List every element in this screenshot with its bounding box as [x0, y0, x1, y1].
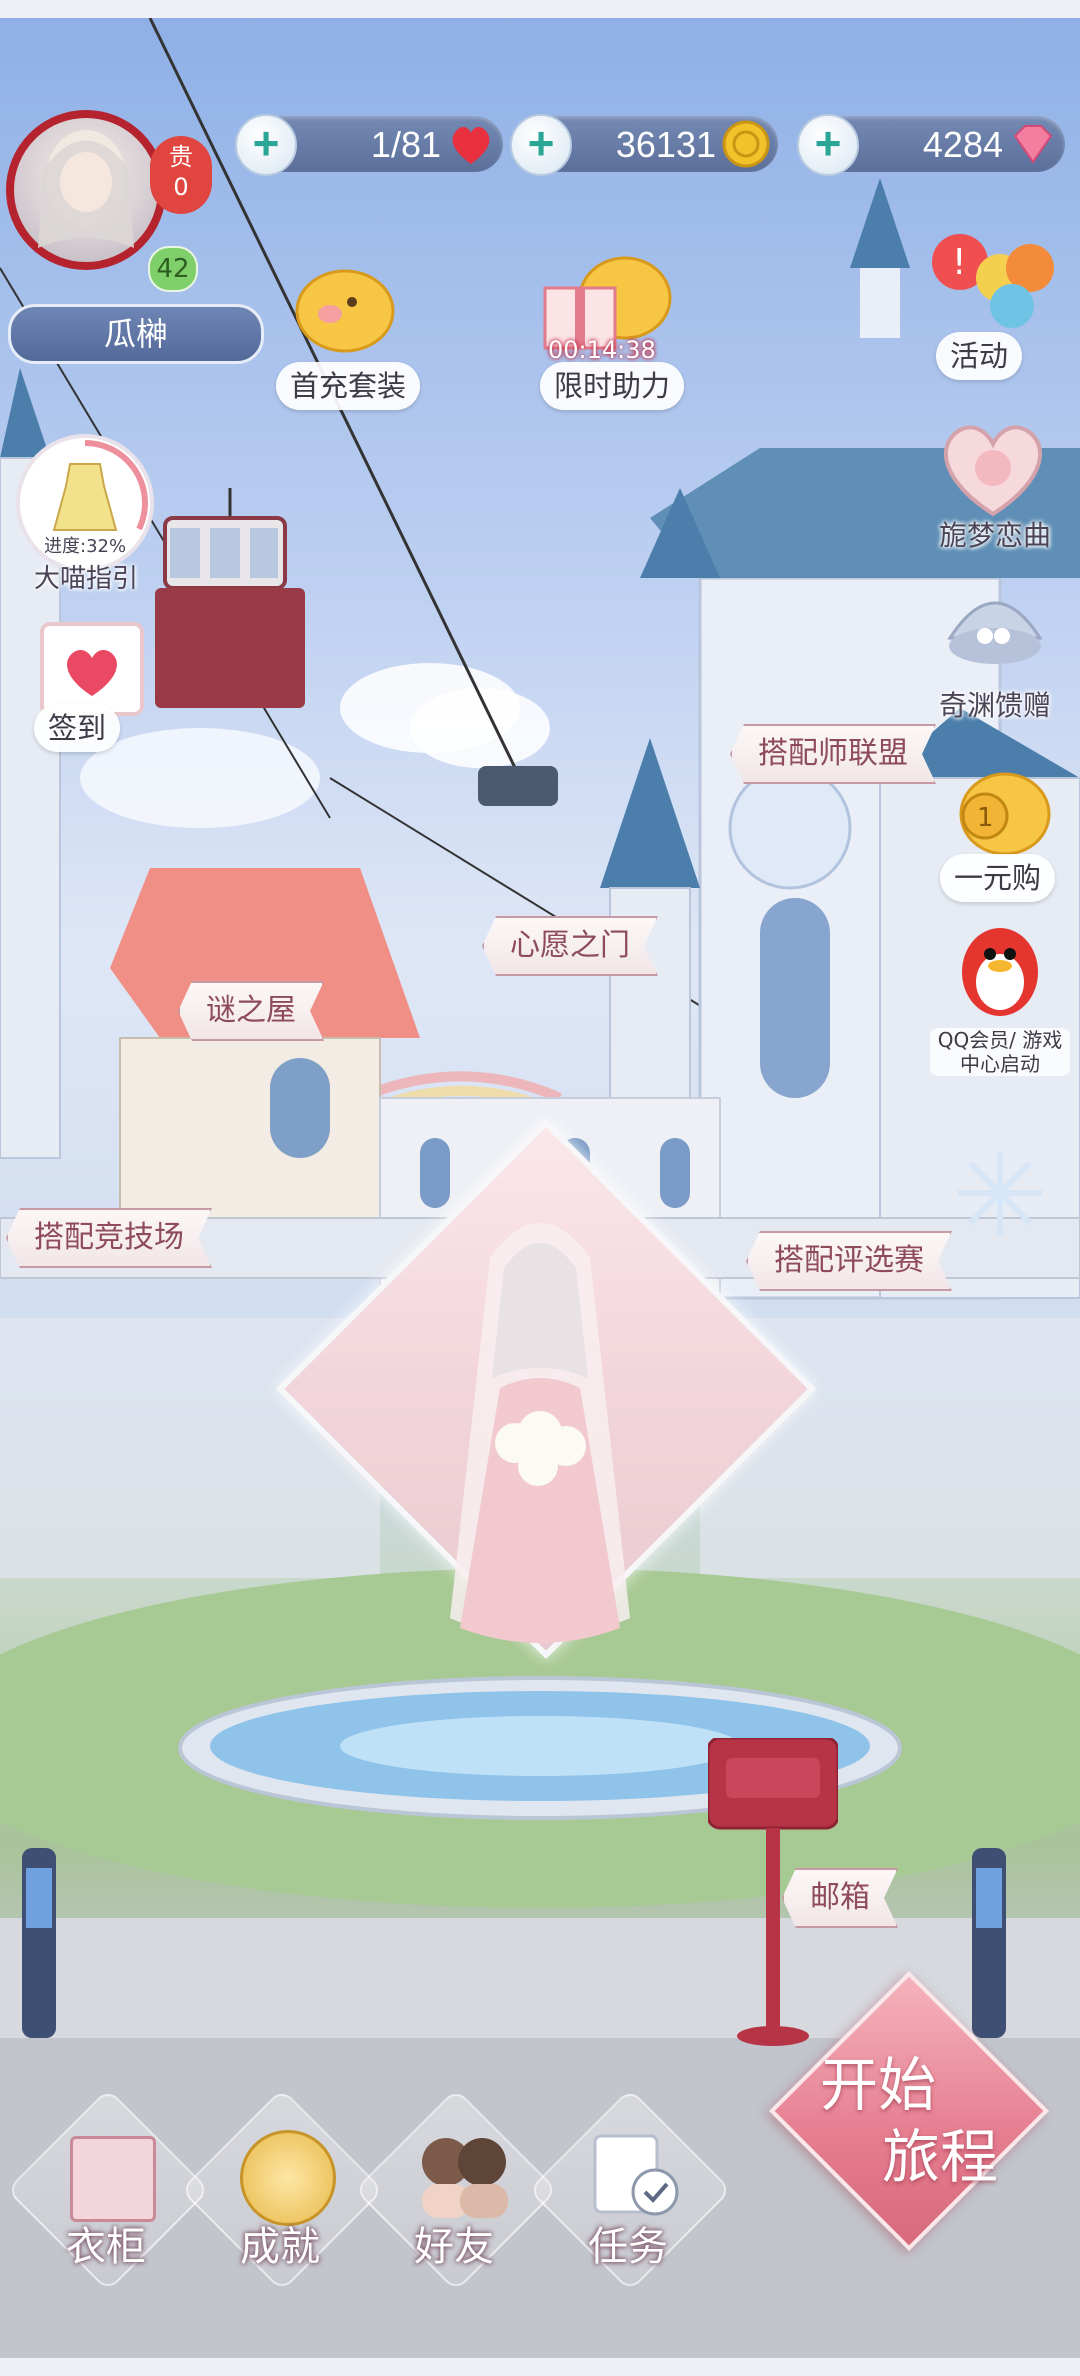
friends-label: 好友: [414, 2224, 494, 2270]
first-pay-pig-icon[interactable]: [290, 256, 400, 356]
cable-car: [150, 488, 310, 728]
stamina-bar: + 1/81: [235, 114, 503, 176]
add-stamina-button[interactable]: +: [235, 114, 297, 176]
svg-text:!: !: [952, 242, 966, 283]
checkin-label: 签到: [34, 704, 121, 752]
guide-progress: 进度:32%: [44, 536, 127, 557]
svg-text:1: 1: [977, 803, 994, 833]
traffic-light-icon: [478, 766, 558, 806]
mystery-house-sign[interactable]: 谜之屋: [178, 981, 324, 1041]
wardrobe-label: 衣柜: [66, 2224, 146, 2270]
tasks-label: 任务: [588, 2224, 668, 2270]
add-coins-button[interactable]: +: [510, 114, 572, 176]
one-yuan-chick-icon[interactable]: 1: [945, 764, 1055, 864]
start-journey-line2: 旅程: [882, 2123, 999, 2191]
friends-icon: [404, 2128, 524, 2218]
contest-sign[interactable]: 搭配评选赛: [746, 1231, 952, 1291]
dream-song-label: 旎梦恋曲: [938, 519, 1051, 552]
activity-label: 活动: [936, 332, 1023, 380]
first-pay-label: 首充套装: [276, 362, 421, 410]
heart-icon: [452, 126, 490, 164]
diamonds-bar: + 4284: [797, 114, 1065, 176]
stamina-value: 1/81: [370, 124, 441, 165]
abyss-gift-shell-icon[interactable]: [940, 578, 1050, 678]
player-level: 42: [148, 246, 198, 292]
arena-sign[interactable]: 搭配竞技场: [6, 1208, 212, 1268]
wish-gate-sign[interactable]: 心愿之门: [482, 916, 658, 976]
limited-help-label: 限时助力: [540, 362, 685, 410]
wardrobe-icon: [70, 2136, 156, 2222]
activity-balloons-icon[interactable]: !: [930, 226, 1060, 336]
guide-label: 大喵指引: [33, 564, 138, 594]
qq-penguin-icon[interactable]: [955, 912, 1045, 1022]
coins-bar: + 36131: [510, 114, 778, 176]
add-diamonds-button[interactable]: +: [797, 114, 859, 176]
abyss-gift-label: 奇渊馈赠: [938, 689, 1051, 722]
player-name[interactable]: 瓜榊: [8, 304, 264, 364]
coins-value: 36131: [615, 124, 716, 165]
stylist-league-sign[interactable]: 搭配师联盟: [730, 724, 936, 784]
one-yuan-label: 一元购: [940, 854, 1056, 902]
tasks-checklist-icon: [585, 2128, 685, 2218]
diamonds-value: 4284: [922, 124, 1003, 165]
achievement-label: 成就: [240, 2224, 320, 2270]
mailbox[interactable]: [706, 1736, 840, 2058]
bride-character-figure: [420, 1198, 660, 1678]
achievement-medal-icon: [240, 2130, 336, 2226]
checkin-calendar-icon[interactable]: [40, 622, 144, 716]
diamond-icon: [1013, 125, 1053, 164]
vip-value: 0: [173, 173, 189, 201]
limited-help-timer: 00:14:38: [548, 336, 656, 364]
qq-vip-label: QQ会员/ 游戏中心启动: [930, 1028, 1070, 1076]
home-scene: + 1/81 + 36131 + 4284 贵 0 42 瓜榊 首充套装 00:…: [0, 18, 1080, 2358]
player-avatar[interactable]: [6, 110, 166, 270]
dream-song-heart-icon[interactable]: [930, 414, 1056, 524]
vip-label: 贵: [169, 143, 193, 171]
coin-icon: [722, 120, 770, 168]
vip-badge[interactable]: 贵 0: [150, 136, 212, 214]
